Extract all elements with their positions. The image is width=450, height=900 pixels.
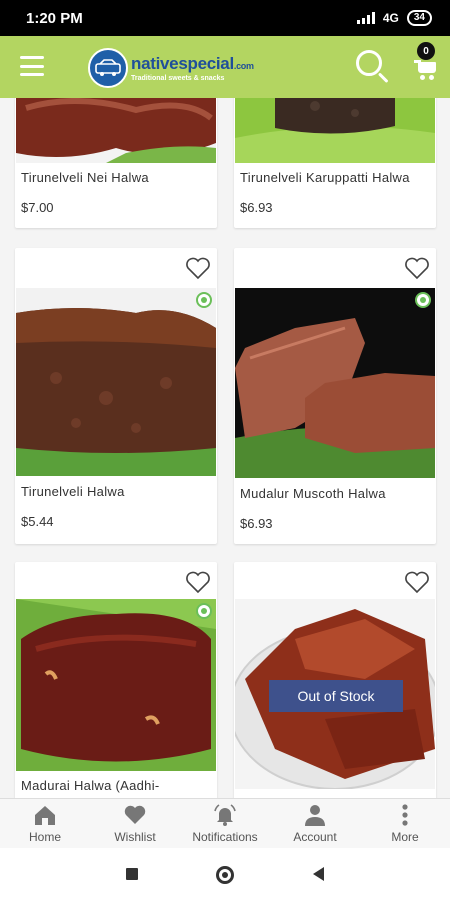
nav-label: Wishlist: [114, 830, 156, 844]
product-name[interactable]: Tirunelveli Halwa: [21, 484, 125, 499]
status-bar: 1:20 PM 4G 34: [0, 0, 450, 36]
system-navigation-bar: [0, 848, 450, 900]
bell-icon: [214, 804, 236, 826]
menu-icon[interactable]: [20, 56, 44, 76]
logo-text: nativespecial.com Traditional sweets & s…: [131, 54, 254, 82]
logo[interactable]: nativespecial.com Traditional sweets & s…: [88, 48, 254, 88]
nav-label: Account: [293, 830, 337, 844]
more-vertical-icon: [402, 804, 408, 826]
cart-count-badge: 0: [417, 42, 435, 60]
nav-notifications[interactable]: Notifications: [180, 799, 270, 849]
search-icon[interactable]: [354, 48, 390, 86]
wishlist-heart-icon[interactable]: [185, 570, 211, 594]
nav-label: More: [391, 830, 419, 844]
product-image[interactable]: [16, 98, 216, 163]
veg-mark-icon: [196, 603, 212, 619]
product-price: $5.44: [21, 514, 54, 529]
wishlist-heart-icon[interactable]: [185, 256, 211, 280]
product-card[interactable]: Out of Stock: [234, 562, 436, 798]
product-card[interactable]: Madurai Halwa (Aadhi-: [15, 562, 217, 798]
status-icons: 4G 34: [356, 10, 432, 26]
product-price: $7.00: [21, 200, 54, 215]
product-image[interactable]: Out of Stock: [235, 599, 435, 789]
network-type: 4G: [382, 11, 399, 25]
home-button[interactable]: [216, 866, 234, 884]
back-button[interactable]: [313, 867, 324, 881]
product-card[interactable]: Tirunelveli Nei Halwa $7.00: [15, 98, 217, 228]
heart-icon: [124, 805, 146, 824]
product-image[interactable]: [16, 288, 216, 476]
logo-name: nativespecial.com: [131, 54, 254, 73]
home-icon: [35, 806, 55, 825]
product-price: $6.93: [240, 516, 273, 531]
product-card[interactable]: Tirunelveli Halwa $5.44: [15, 248, 217, 544]
product-card[interactable]: Mudalur Muscoth Halwa $6.93: [234, 248, 436, 544]
wishlist-heart-icon[interactable]: [404, 570, 430, 594]
veg-mark-icon: [196, 292, 212, 308]
product-name[interactable]: Madurai Halwa (Aadhi-: [21, 778, 160, 793]
nav-home[interactable]: Home: [0, 799, 90, 849]
battery-icon: 34: [406, 10, 432, 26]
logo-emblem-icon: [88, 48, 128, 88]
product-price: $6.93: [240, 200, 273, 215]
nav-wishlist[interactable]: Wishlist: [90, 799, 180, 849]
app-header: nativespecial.com Traditional sweets & s…: [0, 36, 450, 98]
product-name[interactable]: Tirunelveli Nei Halwa: [21, 170, 149, 185]
screen: 1:20 PM 4G 34 nativespecial.com Traditio…: [0, 0, 450, 900]
product-image[interactable]: [235, 288, 435, 478]
product-card[interactable]: Tirunelveli Karuppatti Halwa $6.93: [234, 98, 436, 228]
person-icon: [305, 805, 325, 826]
nav-account[interactable]: Account: [270, 799, 360, 849]
nav-more[interactable]: More: [360, 799, 450, 849]
signal-icon: [356, 12, 375, 24]
product-name[interactable]: Mudalur Muscoth Halwa: [240, 486, 386, 501]
product-image[interactable]: [235, 98, 435, 163]
out-of-stock-badge: Out of Stock: [269, 680, 403, 712]
veg-mark-icon: [415, 292, 431, 308]
wishlist-heart-icon[interactable]: [404, 256, 430, 280]
bottom-navigation: Home Wishlist Notifications Account More: [0, 798, 450, 848]
recents-button[interactable]: [126, 868, 138, 880]
logo-tagline: Traditional sweets & snacks: [131, 75, 225, 82]
status-time: 1:20 PM: [26, 9, 83, 27]
nav-label: Notifications: [192, 830, 258, 844]
product-image[interactable]: [16, 599, 216, 771]
nav-label: Home: [28, 830, 61, 844]
product-grid[interactable]: Tirunelveli Nei Halwa $7.00 Tirunelveli …: [0, 98, 450, 798]
product-name[interactable]: Tirunelveli Karuppatti Halwa: [240, 170, 410, 185]
